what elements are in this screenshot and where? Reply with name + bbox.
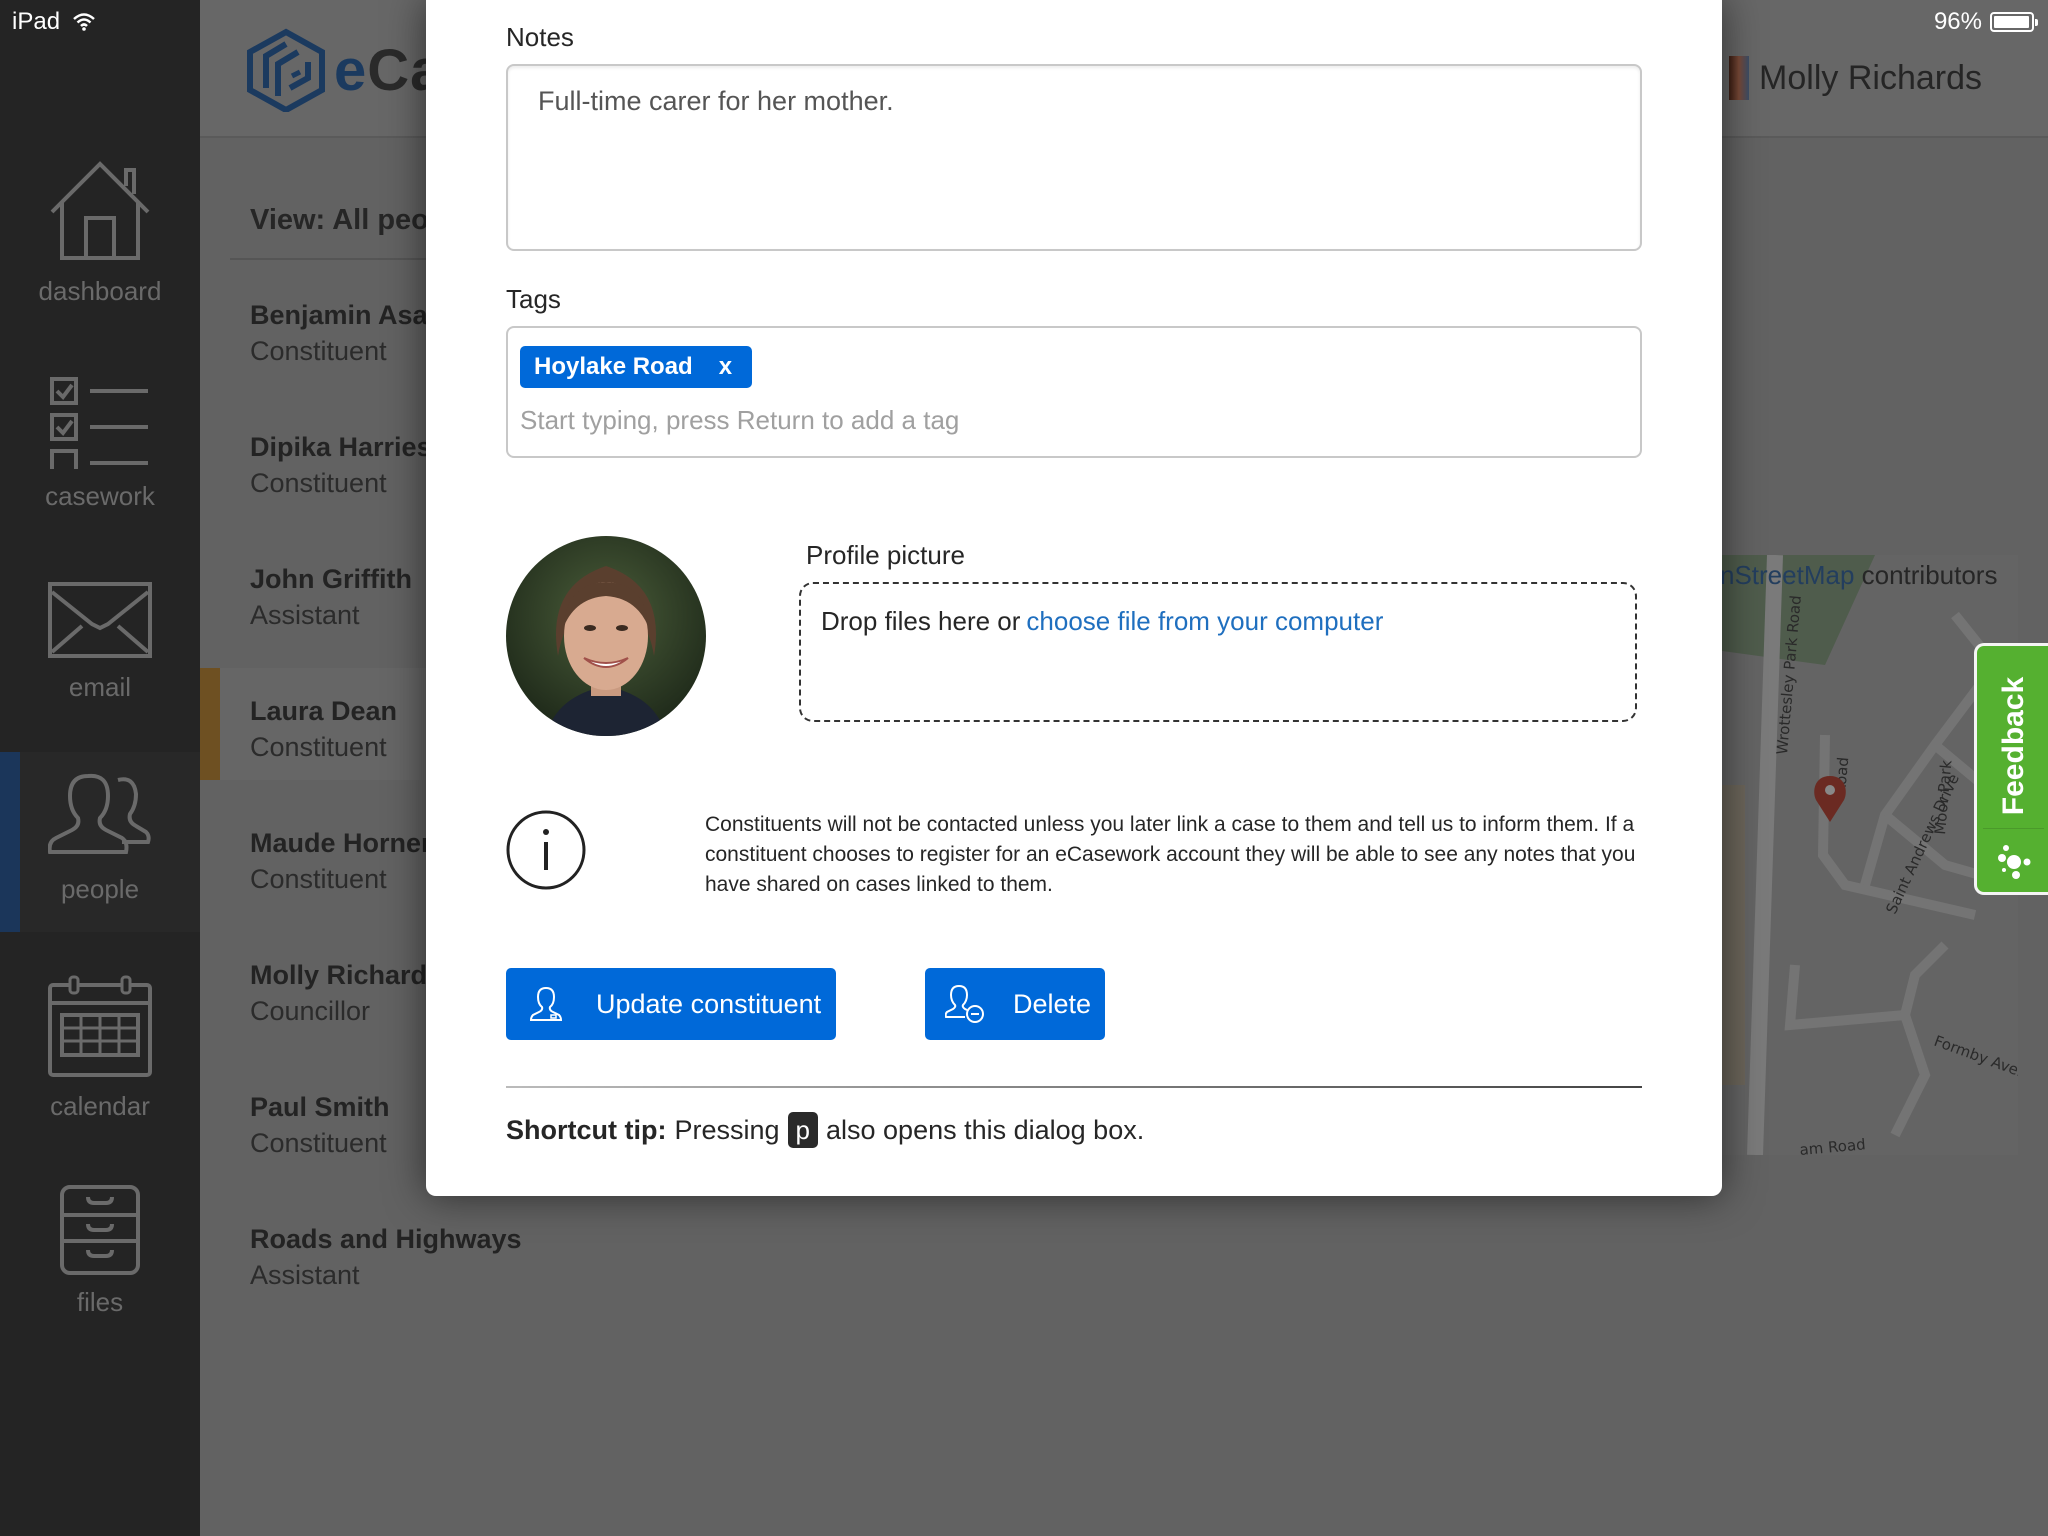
person-name: Maude Horner xyxy=(250,828,432,858)
people-icon xyxy=(48,773,151,854)
sidebar-item-email[interactable]: email xyxy=(0,560,200,740)
sidebar-item-people[interactable]: people xyxy=(0,752,200,932)
shortcut-pre: Pressing xyxy=(674,1114,780,1145)
person-name: John Griffith xyxy=(250,564,412,594)
contact-info-notice: Constituents will not be contacted unles… xyxy=(705,813,1636,896)
shortcut-post: also opens this dialog box. xyxy=(826,1114,1145,1145)
update-constituent-button[interactable]: Update constituent xyxy=(506,968,836,1040)
sidebar-label: people xyxy=(60,874,140,904)
feedback-dots-icon xyxy=(1997,845,2030,879)
battery-percent: 96% xyxy=(1933,8,1982,35)
person-name: Roads and Highways xyxy=(250,1224,522,1254)
user-menu[interactable]: Molly Richards xyxy=(1729,56,1982,100)
choose-file-link[interactable]: choose file from your computer xyxy=(1026,606,1383,636)
feedback-label: Feedback xyxy=(1996,676,2030,816)
battery-icon xyxy=(1990,12,2038,32)
remove-tag-button[interactable]: x xyxy=(719,353,732,381)
map-attribution: nStreetMap contributors xyxy=(1720,560,1997,591)
house-icon xyxy=(50,161,150,260)
logo-text-e: e xyxy=(334,37,368,103)
status-bar: iPad 96% xyxy=(0,0,2048,40)
person-name: Dipika Harries xyxy=(250,432,432,462)
delete-button-label: Delete xyxy=(1013,988,1092,1019)
user-avatar xyxy=(1729,56,1750,100)
sidebar: dashboard casework email people calendar… xyxy=(0,0,200,1536)
person-name: Laura Dean xyxy=(250,696,398,726)
checklist-icon xyxy=(50,377,148,469)
person-name: Benjamin Asar xyxy=(250,300,439,330)
delete-button[interactable]: Delete xyxy=(925,968,1105,1040)
openstreetmap-link[interactable]: nStreetMap xyxy=(1720,560,1854,590)
person-row[interactable]: Roads and Highways Assistant xyxy=(200,1196,750,1308)
map-tiles: Wrottesley Park Road Saint Andrews Drive… xyxy=(1715,555,2018,1155)
sidebar-label: email xyxy=(68,672,132,702)
profile-photo xyxy=(506,536,706,736)
person-name: Molly Richards xyxy=(250,960,443,990)
profile-picture-dropzone[interactable]: Drop files here or choose file from your … xyxy=(799,582,1637,722)
notes-textarea[interactable] xyxy=(506,64,1642,251)
sidebar-label: dashboard xyxy=(38,276,162,306)
sidebar-item-files[interactable]: files xyxy=(0,1165,200,1345)
remove-user-icon xyxy=(945,985,984,1023)
view-title[interactable]: View: All peo xyxy=(250,204,429,237)
user-icon xyxy=(530,986,562,1021)
tags-field[interactable]: Hoylake Road x xyxy=(506,326,1642,458)
calendar-icon xyxy=(48,975,152,1077)
person-role: Constituent xyxy=(250,1128,387,1158)
tag-chip: Hoylake Road x xyxy=(520,346,753,388)
divider xyxy=(1983,828,2044,829)
person-role: Constituent xyxy=(250,336,387,366)
tag-label: Hoylake Road xyxy=(534,353,693,380)
tag-input[interactable] xyxy=(520,400,1620,440)
sidebar-item-calendar[interactable]: calendar xyxy=(0,955,200,1135)
info-icon xyxy=(506,810,586,890)
update-button-label: Update constituent xyxy=(596,988,822,1019)
sidebar-label: casework xyxy=(45,481,155,511)
sidebar-label: files xyxy=(76,1287,124,1317)
shortcut-tip-label: Shortcut tip: xyxy=(506,1114,667,1145)
attribution-text: contributors xyxy=(1854,560,1998,590)
person-name: Paul Smith xyxy=(250,1092,390,1122)
dropzone-text: Drop files here or xyxy=(821,606,1021,636)
sidebar-label: calendar xyxy=(50,1091,150,1121)
person-role: Assistant xyxy=(250,1260,360,1290)
device-name: iPad xyxy=(12,8,61,35)
edit-constituent-dialog: Notes Tags Hoylake Road x xyxy=(426,0,1722,1196)
ecasework-logo-icon xyxy=(247,28,325,112)
profile-picture-label: Profile picture xyxy=(806,540,965,570)
app-logo[interactable]: eCa xyxy=(246,28,443,112)
person-role: Councillor xyxy=(250,996,371,1026)
tags-label: Tags xyxy=(506,284,561,314)
wifi-icon xyxy=(73,13,95,31)
shortcut-tip: Shortcut tip: Pressing p also opens this… xyxy=(506,1112,1144,1148)
user-name: Molly Richards xyxy=(1759,58,1982,97)
sidebar-item-casework[interactable]: casework xyxy=(0,345,200,525)
divider xyxy=(506,1086,1642,1088)
person-role: Constituent xyxy=(250,468,387,498)
envelope-icon xyxy=(48,582,152,658)
file-cabinet-icon xyxy=(60,1185,140,1275)
feedback-tab[interactable]: Feedback xyxy=(1974,643,2048,895)
person-role: Assistant xyxy=(250,600,360,630)
person-role: Constituent xyxy=(250,732,387,762)
map[interactable]: Wrottesley Park Road Saint Andrews Drive… xyxy=(1715,555,2018,1155)
keyboard-key: p xyxy=(787,1112,818,1148)
person-role: Constituent xyxy=(250,864,387,894)
sidebar-item-dashboard[interactable]: dashboard xyxy=(0,140,200,320)
